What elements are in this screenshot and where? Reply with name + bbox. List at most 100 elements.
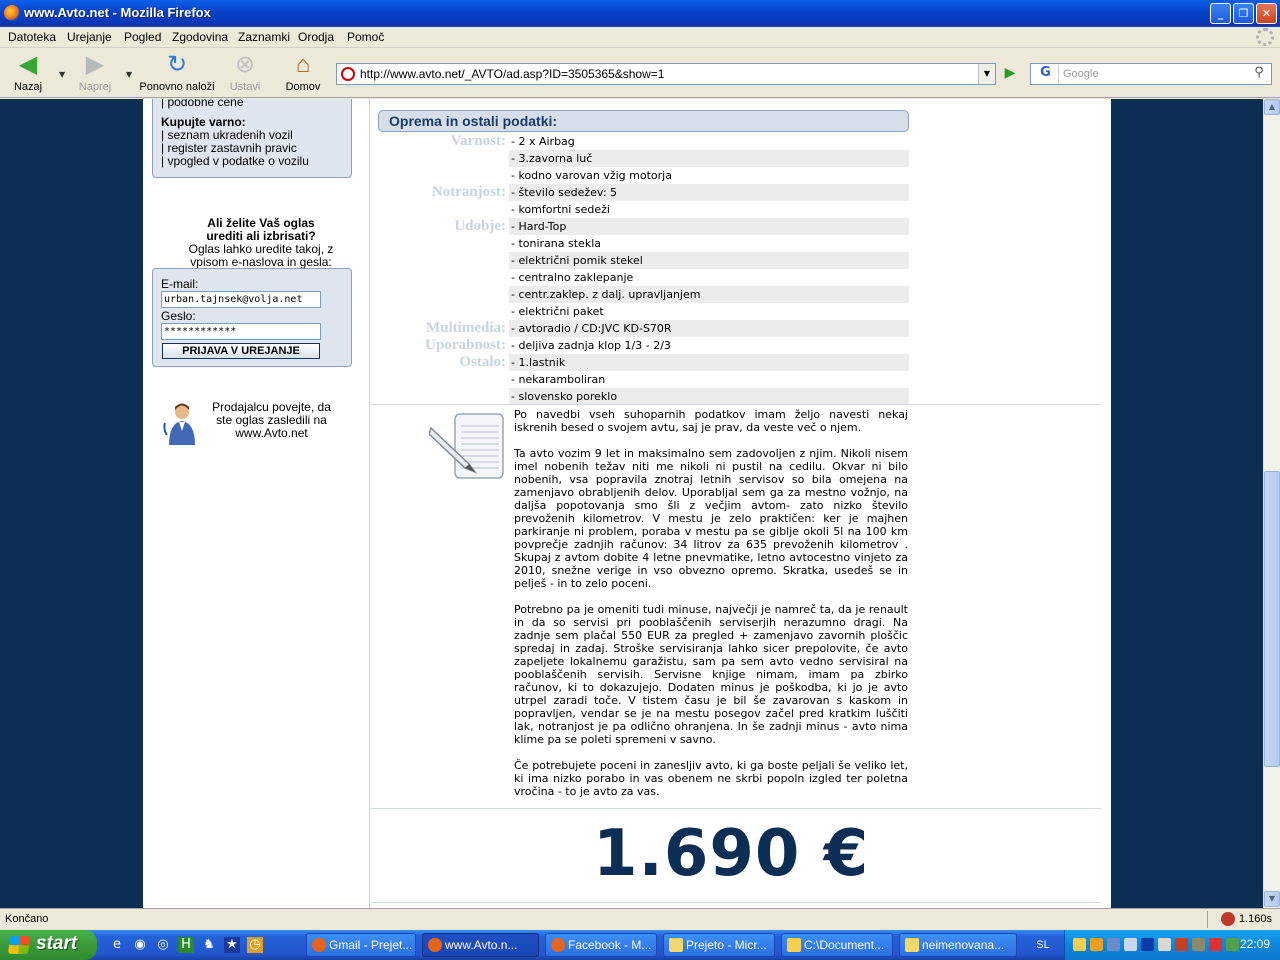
reload-label: Ponovno naloži [139,81,215,93]
quicklaunch-h-icon[interactable]: H [178,937,194,953]
app-tray-icon[interactable] [1192,938,1205,951]
feature-item: - 2 x Airbag [511,135,575,148]
monitor-tray-icon[interactable] [1124,938,1137,951]
taskbar-button-facebook[interactable]: Facebook - M... [545,933,657,957]
back-history-dropdown-icon[interactable]: ▼ [59,70,65,79]
equipment-header: Oprema in ostali podatki: [378,110,909,132]
firefox-icon [4,5,20,21]
menu-file[interactable]: Datoteka [8,30,56,44]
start-button[interactable]: start [0,930,97,960]
status-separator [1207,911,1208,928]
quicklaunch-eu-icon[interactable]: ★ [224,937,240,953]
status-text: Končano [5,913,49,925]
taskbar-button-explorer[interactable]: C:\Document... [781,933,893,957]
start-label: start [36,933,78,954]
section-divider [371,404,1101,405]
feature-item: - centralno zaklepanje [511,271,634,284]
taskbar-button-outlook[interactable]: Prejeto - Micr... [663,933,775,957]
taskbar-button-gimp[interactable]: neimenovana... [899,933,1017,957]
taskbar-button-avto[interactable]: www.Avto.n... [422,933,539,957]
close-button[interactable]: ✕ [1256,3,1277,24]
menu-view[interactable]: Pogled [124,30,161,44]
bluetooth-tray-icon[interactable] [1141,938,1154,951]
forward-history-dropdown-icon[interactable]: ▼ [126,70,132,79]
antivirus-tray-icon[interactable] [1175,938,1188,951]
quicklaunch-browser-icon[interactable]: ◎ [155,937,171,953]
vehicle-data-link[interactable]: | vpogled v podatke o vozilu [153,155,351,168]
description-paragraph: Ta avto vozim 9 let in maksimalno sem za… [514,447,908,590]
menu-bookmarks[interactable]: Zaznamki [238,30,290,44]
taskbar-label: Facebook - M... [568,938,652,952]
reload-icon: ↻ [166,51,188,78]
menu-history[interactable]: Zgodovina [172,30,228,44]
folder-icon [787,938,801,952]
login-button[interactable]: PRIJAVA V UREJANJE [162,343,320,359]
description-paragraph: Po navedbi vseh suhoparnih podatkov imam… [514,408,908,434]
quicklaunch-gimp-icon[interactable]: ♞ [201,937,217,953]
similar-prices-link[interactable]: | podobne cene [153,99,351,109]
ad-description: Po navedbi vseh suhoparnih podatkov imam… [514,408,908,811]
clock: 22:09 [1239,937,1270,951]
yslow-indicator[interactable]: 1.160s [1220,912,1272,926]
system-tray: 22:09 [1064,930,1280,960]
forward-button[interactable]: ▶ Naprej [76,52,114,94]
email-field[interactable]: urban.tajnsek@volja.net [161,291,321,308]
google-engine-icon[interactable]: G [1033,65,1059,83]
taskbar: start e ◉ ◎ H ♞ ★ ◷ Gmail - Prejet... ww… [0,930,1280,960]
feature-item: - avtoradio / CD:JVC KD-S70R [509,320,909,337]
language-indicator[interactable]: SL [1028,933,1058,957]
feature-item: - 1.lastnik [509,354,909,371]
page-body: | podobne cene Kupujte varno: | seznam u… [143,99,1111,908]
home-label: Domov [285,81,321,93]
mail-tray-icon[interactable] [1073,938,1086,951]
forward-label: Naprej [78,81,112,93]
stop-button[interactable]: ⊗ Ustavi [228,52,262,94]
description-paragraph: Potrebno pa je omeniti tudi minuse, najv… [514,603,908,746]
vertical-scrollbar[interactable]: ▲ ▼ [1263,99,1280,908]
scroll-up-button[interactable]: ▲ [1264,99,1280,115]
quicklaunch-firefox-icon[interactable]: ◉ [132,937,148,953]
reload-button[interactable]: ↻ Ponovno naloži [139,51,215,94]
clock-tray-icon[interactable] [1090,938,1103,951]
menu-tools[interactable]: Orodja [298,30,334,44]
scroll-down-button[interactable]: ▼ [1264,891,1280,907]
taskbar-label: www.Avto.n... [445,938,518,952]
taskbar-button-gmail[interactable]: Gmail - Prejet... [306,933,416,957]
home-button[interactable]: ⌂ Domov [284,52,322,94]
search-box[interactable]: G Google ⚲ [1030,63,1272,85]
security-tray-icon[interactable] [1209,938,1222,951]
url-text[interactable]: http://www.avto.net/_AVTO/ad.asp?ID=3505… [360,67,664,81]
ad-details: Oprema in ostali podatki: Varnost: Notra… [371,99,1101,908]
password-field[interactable]: ************ [161,323,321,340]
volume-tray-icon[interactable] [1158,938,1171,951]
update-tray-icon[interactable] [1226,938,1239,951]
menu-help[interactable]: Pomoč [347,30,384,44]
firefox-icon [312,938,326,952]
feature-item: - kodno varovan vžig motorja [511,169,672,182]
quicklaunch-ie-icon[interactable]: e [109,937,125,953]
minimize-button[interactable]: _ [1210,3,1231,24]
quicklaunch-clock-icon[interactable]: ◷ [247,937,263,953]
search-icon[interactable]: ⚲ [1249,65,1269,83]
description-paragraph: Če potrebujete poceni in zanesljiv avto,… [514,759,908,798]
seller-person-icon [163,401,199,447]
safe-buying-box: | podobne cene Kupujte varno: | seznam u… [152,99,352,178]
maximize-button[interactable]: ❐ [1233,3,1254,24]
back-label: Nazaj [13,81,43,93]
email-label: E-mail: [161,277,199,291]
url-bar[interactable]: http://www.avto.net/_AVTO/ad.asp?ID=3505… [336,63,996,85]
network-tray-icon[interactable] [1107,938,1120,951]
scroll-thumb[interactable] [1264,471,1280,767]
throbber-icon [1256,28,1274,46]
go-button[interactable]: ▶ [1000,65,1020,83]
section-divider [371,808,1101,809]
taskbar-label: neimenovana... [922,938,1005,952]
feature-item: - število sedežev: 5 [509,184,909,201]
page-viewport: | podobne cene Kupujte varno: | seznam u… [0,99,1263,908]
back-button[interactable]: ◀ Nazaj [10,52,46,94]
taskbar-label: C:\Document... [804,938,885,952]
url-dropdown-icon[interactable]: ▼ [978,64,995,84]
notepad-pencil-icon [428,412,505,480]
menu-edit[interactable]: Urejanje [67,30,112,44]
search-placeholder[interactable]: Google [1063,68,1098,80]
